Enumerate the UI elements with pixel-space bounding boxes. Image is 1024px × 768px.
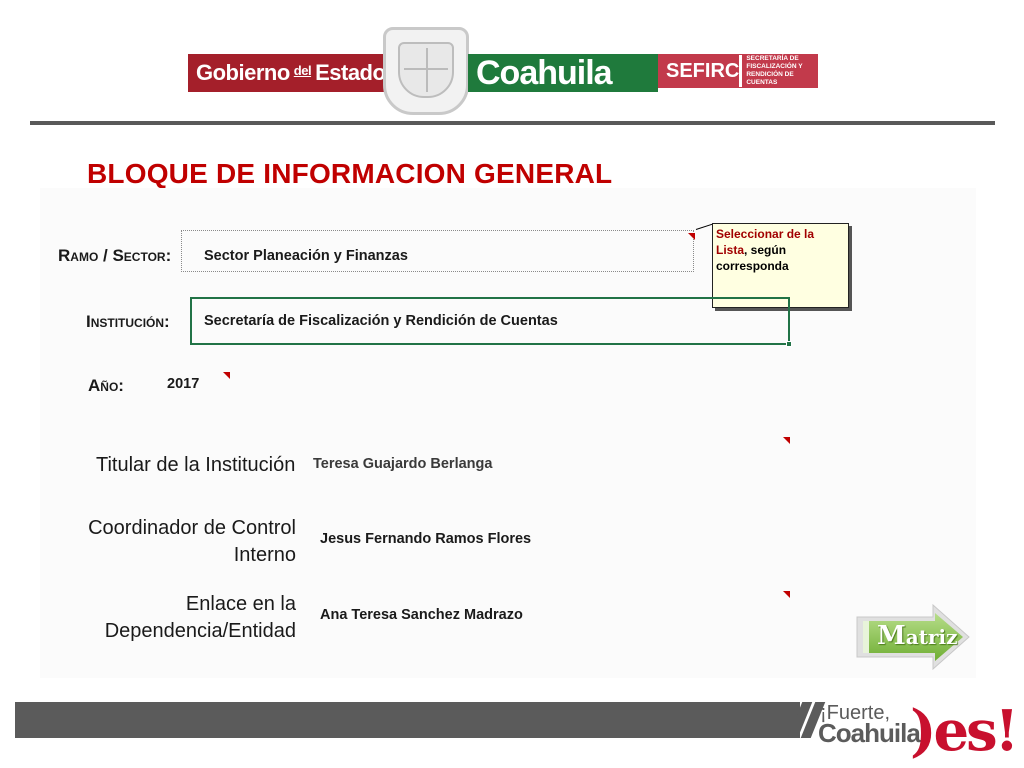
footer-bar	[15, 702, 800, 738]
coahuila-logo: Coahuila	[468, 54, 658, 92]
coordinador-label-line-1: Coordinador de Control	[88, 517, 296, 539]
coordinador-value[interactable]: Jesus Fernando Ramos Flores	[320, 531, 531, 547]
comment-indicator-icon	[223, 372, 230, 379]
comment-indicator-icon	[783, 437, 790, 444]
comment-text-2: Lista	[716, 243, 745, 257]
matriz-label: Matriz	[877, 621, 957, 651]
del-text: del	[293, 62, 312, 78]
header-divider	[30, 121, 995, 125]
ramo-sector-label: Ramo / Sector:	[58, 246, 172, 265]
comment-text-4: corresponda	[716, 259, 789, 273]
comment-text-1: Seleccionar de la	[716, 227, 815, 241]
matriz-label-rest: atriz	[905, 625, 958, 649]
page-title: BLOQUE DE INFORMACION GENERAL	[87, 158, 613, 189]
institucion-label: Institución:	[86, 312, 170, 331]
government-banner: Gobierno del Estado Coahuila SEFIRC SECR…	[188, 27, 820, 117]
sefirc-subtitle: SECRETARÍA DE FISCALIZACIÓN Y RENDICIÓN …	[739, 55, 818, 87]
gobierno-del-estado-logo: Gobierno del Estado	[188, 54, 388, 92]
enlace-label-line-2: Dependencia/Entidad	[104, 620, 296, 642]
matriz-button[interactable]: Matriz	[853, 603, 973, 673]
ramo-sector-value: Sector Planeación y Finanzas	[204, 248, 408, 264]
anio-label: Año:	[88, 376, 124, 395]
fill-handle[interactable]	[786, 341, 792, 347]
matriz-label-first: M	[877, 621, 906, 651]
comment-text-3: , según	[744, 243, 787, 257]
sefirc-logo: SEFIRC SECRETARÍA DE FISCALIZACIÓN Y REN…	[658, 54, 818, 88]
gobierno-text: Gobierno	[196, 60, 290, 85]
enlace-label-line-1: Enlace en la	[185, 593, 296, 615]
coahuila-text: Coahuila	[476, 53, 613, 92]
anio-value[interactable]: 2017	[167, 376, 199, 392]
enlace-label: Enlace en la Dependencia/Entidad	[60, 591, 296, 645]
enlace-value[interactable]: Ana Teresa Sanchez Madrazo	[320, 607, 523, 623]
coordinador-label-line-2: Interno	[233, 544, 296, 566]
es-text: )es!	[910, 698, 1019, 764]
coordinador-label: Coordinador de Control Interno	[60, 515, 296, 569]
comment-indicator-icon	[783, 591, 790, 598]
estado-text: Estado	[315, 60, 386, 85]
coahuila-footer-text: Coahuila	[818, 718, 921, 748]
cell-comment-tooltip: Seleccionar de la Lista, según correspon…	[712, 223, 849, 308]
comment-indicator-icon	[688, 233, 695, 240]
institucion-value: Secretaría de Fiscalización y Rendición …	[204, 313, 558, 329]
titular-value[interactable]: Teresa Guajardo Berlanga	[313, 456, 492, 472]
state-seal-icon	[383, 27, 469, 115]
titular-label: Titular de la Institución	[96, 454, 296, 476]
sefirc-acronym: SEFIRC	[666, 59, 740, 82]
fuerte-coahuila-logo: ¡Fuerte, Coahuila )es!	[818, 698, 1019, 764]
